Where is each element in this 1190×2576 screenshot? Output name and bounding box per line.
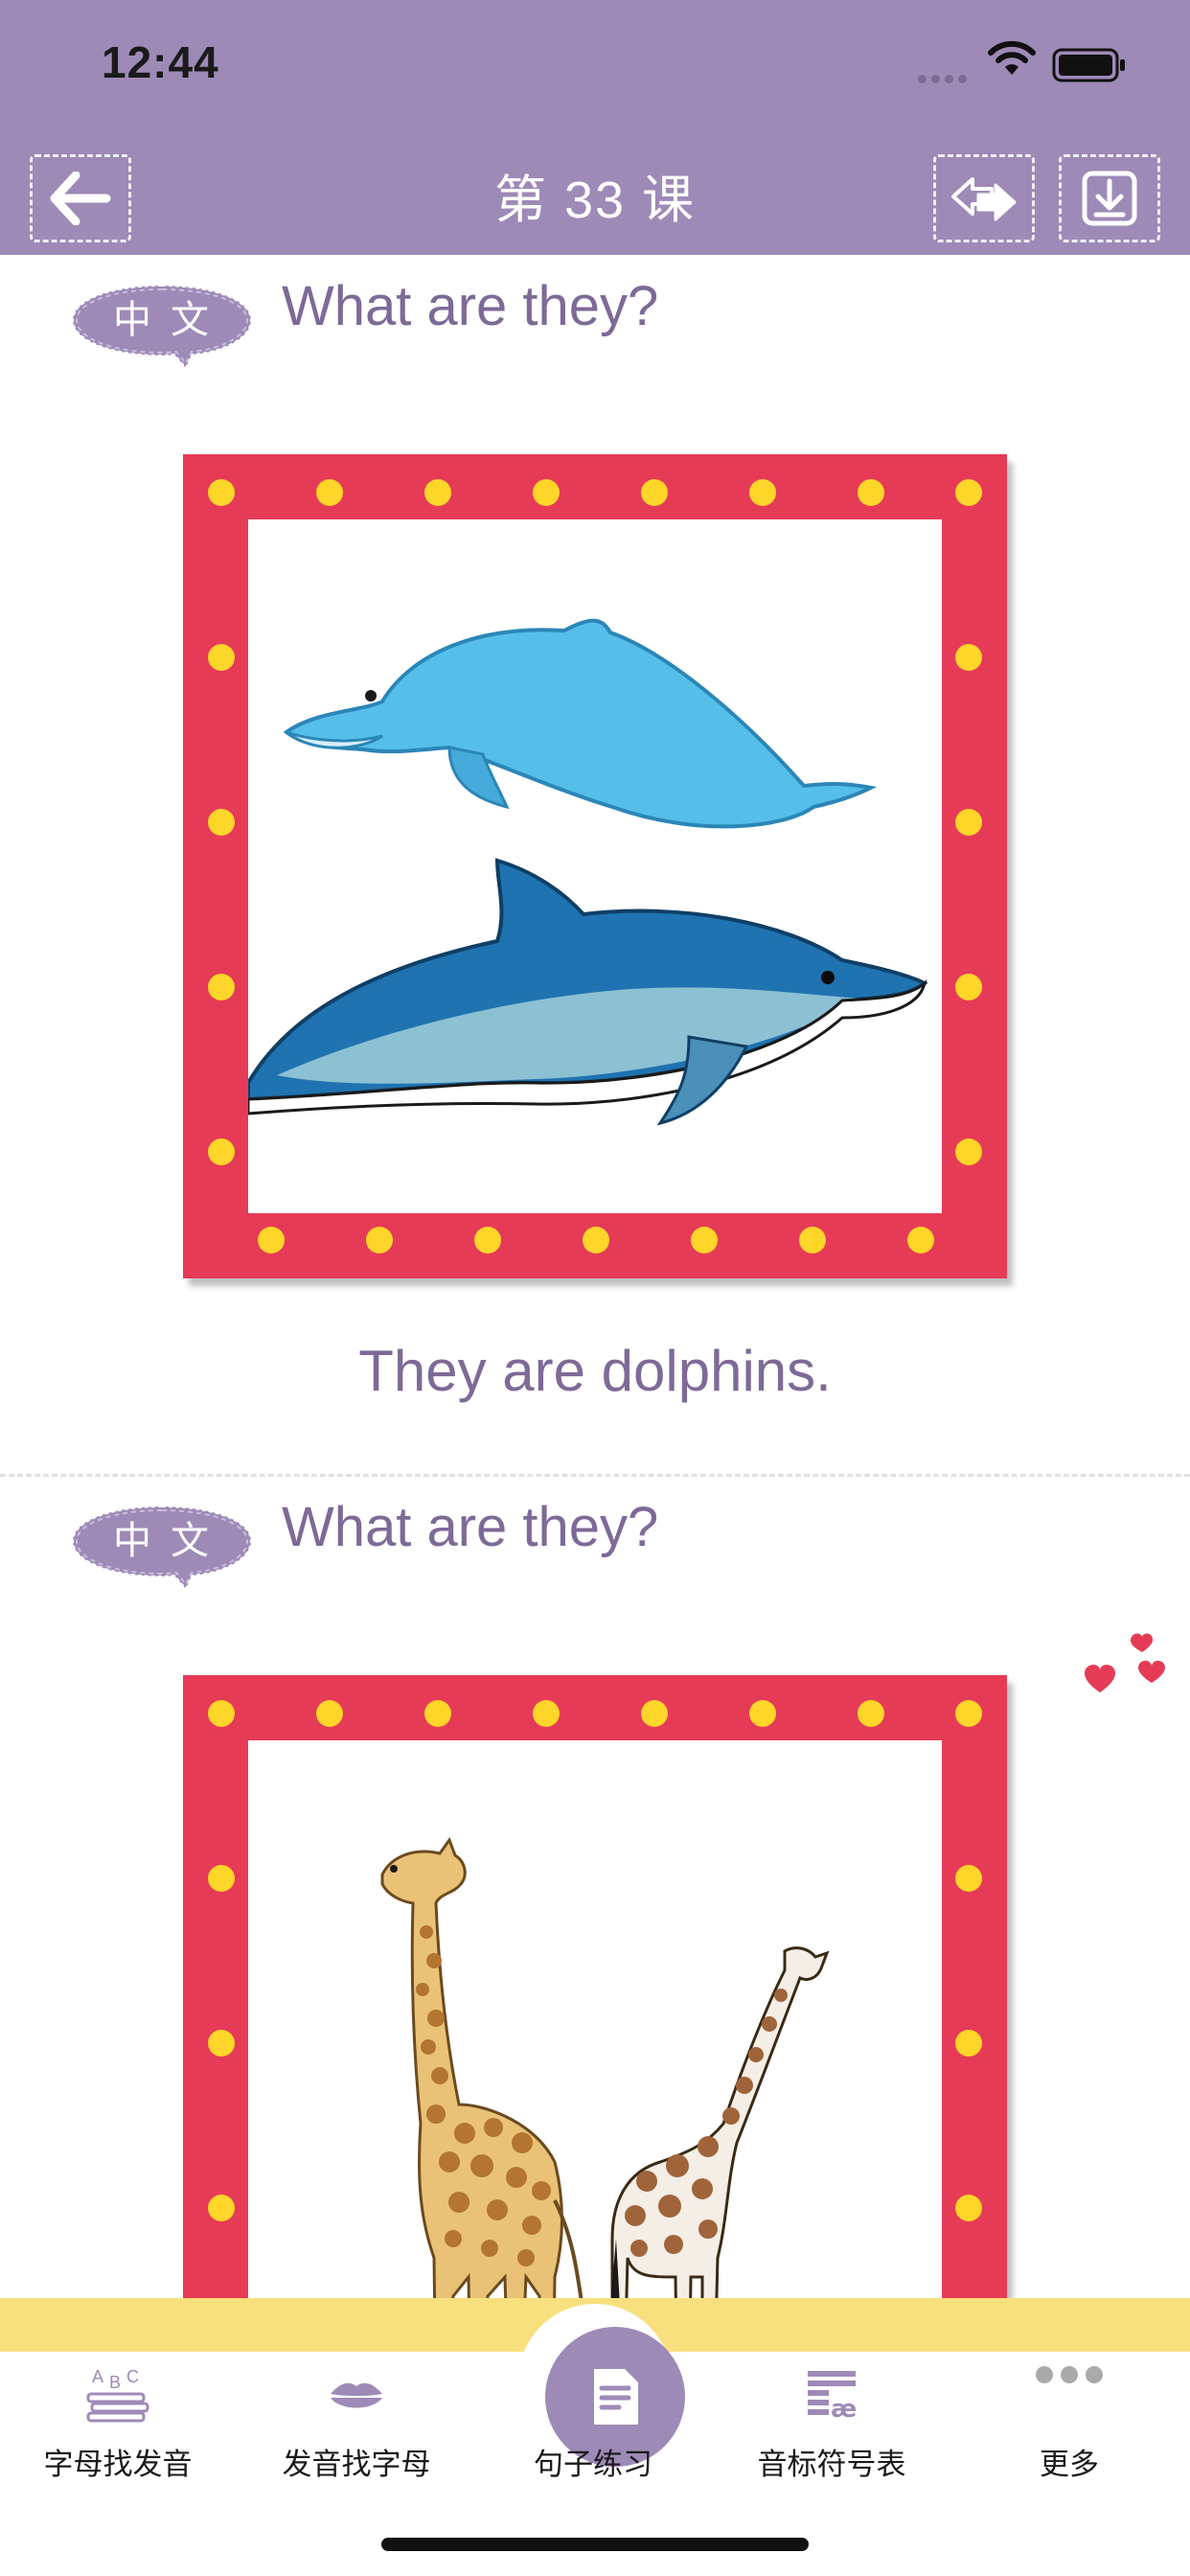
tab-label: 字母找发音 [43, 2448, 193, 2481]
svg-text:A: A [92, 2367, 103, 2386]
status-time: 12:44 [102, 37, 219, 87]
answer-text: They are dolphins. [358, 1339, 832, 1403]
tab-label: 更多 [1040, 2448, 1099, 2481]
tab-sound-to-letter[interactable]: 发音找字母 [261, 2359, 452, 2484]
svg-text:B: B [109, 2373, 121, 2392]
tab-label: 句子练习 [534, 2448, 652, 2481]
download-button[interactable] [1059, 154, 1160, 242]
picture-frame [183, 454, 1007, 1278]
download-icon [1082, 171, 1137, 226]
home-indicator [381, 2538, 809, 2551]
header-bar: 12:44 第 33 课 [0, 0, 1190, 255]
bubble-label: 中文 [113, 1520, 228, 1562]
picture-frame [183, 1675, 1007, 2298]
tab-label: 音标符号表 [757, 2448, 906, 2481]
phonetic-table-icon: æ [808, 2371, 857, 2423]
question-text: What are they? [282, 1496, 659, 1558]
question-text: What are they? [282, 275, 659, 337]
chinese-toggle-bubble[interactable]: 中文 [67, 280, 257, 370]
wifi-icon [988, 40, 1036, 75]
svg-text:C: C [126, 2367, 139, 2386]
dolphins-image [248, 519, 942, 1213]
more-dots-icon [1036, 2366, 1103, 2383]
bubble-label: 中文 [113, 299, 228, 341]
battery-icon [1052, 48, 1125, 82]
svg-text:æ: æ [831, 2395, 857, 2423]
chinese-toggle-bubble[interactable]: 中文 [67, 1501, 257, 1591]
tab-phonetic-table[interactable]: æ 音标符号表 [736, 2359, 927, 2484]
lips-icon [331, 2382, 382, 2408]
tab-letter-to-sound[interactable]: A B C 字母找发音 [22, 2359, 214, 2484]
lesson-card: 中文 What are they? They are dolphins. [0, 255, 1190, 1692]
swap-button[interactable] [933, 154, 1035, 242]
lesson-card: 中文 What are they? [0, 1476, 1190, 2298]
tab-more[interactable]: 更多 [973, 2359, 1165, 2484]
swap-arrows-icon [951, 177, 1017, 221]
tab-sentence-practice[interactable]: 句子练习 [497, 2359, 689, 2484]
abc-books-icon: A B C [86, 2367, 149, 2423]
giraffes-image [248, 1740, 942, 2298]
tab-label: 发音找字母 [282, 2448, 431, 2481]
cellular-signal-icon [918, 71, 972, 88]
